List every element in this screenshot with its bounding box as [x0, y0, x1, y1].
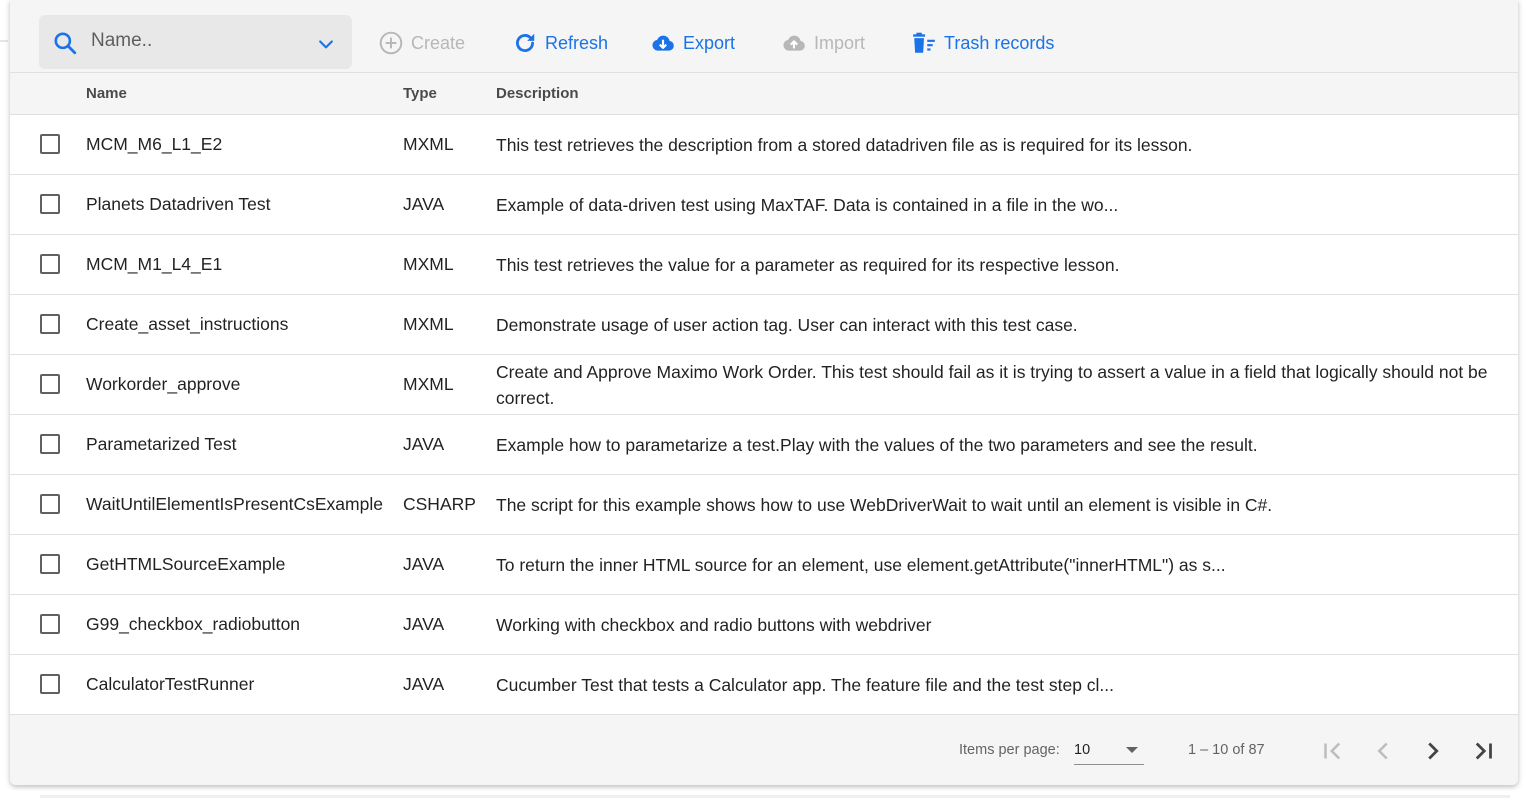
search-input[interactable]: Name..	[91, 30, 152, 52]
table-row[interactable]: WaitUntilElementIsPresentCsExample CSHAR…	[10, 475, 1518, 535]
row-description: The script for this example shows how to…	[496, 494, 1273, 515]
search-icon	[54, 32, 77, 55]
first-page-icon	[1324, 742, 1341, 760]
row-description: To return the inner HTML source for an e…	[496, 554, 1226, 575]
refresh-button-label: Refresh	[545, 32, 609, 53]
trash-records-button-label: Trash records	[944, 32, 1055, 53]
row-description: This test retrieves the description from…	[496, 134, 1193, 155]
export-button[interactable]: Export	[650, 28, 735, 58]
next-page-button[interactable]	[1418, 736, 1448, 766]
table-header: Name Type Description	[10, 73, 1518, 115]
cloud-upload-icon	[783, 35, 805, 51]
table-row[interactable]: G99_checkbox_radiobutton JAVA Working wi…	[10, 595, 1518, 655]
chevron-right-icon	[1428, 742, 1439, 760]
paginator: Items per page: 10 1 – 10 of 87	[10, 716, 1518, 785]
chevron-down-icon[interactable]	[316, 34, 336, 54]
left-edge-divider	[0, 40, 8, 42]
chevron-left-icon	[1377, 742, 1388, 760]
row-checkbox[interactable]	[40, 494, 60, 514]
column-header-description[interactable]: Description	[496, 85, 579, 102]
row-type: JAVA	[403, 554, 445, 574]
trash-records-button[interactable]: Trash records	[911, 28, 1054, 58]
row-type: JAVA	[403, 194, 445, 214]
row-name: G99_checkbox_radiobutton	[86, 614, 301, 634]
row-type: JAVA	[403, 434, 445, 454]
row-name: Parametarized Test	[86, 434, 237, 454]
row-name: MCM_M6_L1_E2	[86, 134, 223, 154]
row-name: Create_asset_instructions	[86, 314, 289, 334]
row-description: Demonstrate usage of user action tag. Us…	[496, 314, 1078, 335]
row-type: MXML	[403, 314, 454, 334]
row-description: Create and Approve Maximo Work Order. Th…	[496, 361, 1488, 408]
table-row[interactable]: MCM_M1_L4_E1 MXML This test retrieves th…	[10, 235, 1518, 295]
table-row[interactable]: Parametarized Test JAVA Example how to p…	[10, 415, 1518, 475]
row-description: This test retrieves the value for a para…	[496, 254, 1120, 275]
create-button-label: Create	[411, 32, 466, 53]
table-body: MCM_M6_L1_E2 MXML This test retrieves th…	[10, 115, 1518, 715]
add-circle-icon	[379, 31, 403, 55]
row-name: GetHTMLSourceExample	[86, 554, 286, 574]
column-header-type[interactable]: Type	[403, 85, 437, 102]
last-page-icon	[1475, 742, 1492, 760]
create-button[interactable]: Create	[378, 28, 465, 58]
row-checkbox[interactable]	[40, 434, 60, 454]
items-per-page-select[interactable]: 10	[1074, 738, 1144, 765]
column-header-name[interactable]: Name	[86, 85, 127, 102]
dropdown-arrow-icon	[1126, 747, 1138, 753]
table-row[interactable]: Workorder_approve MXML Create and Approv…	[10, 355, 1518, 415]
table-row[interactable]: CalculatorTestRunner JAVA Cucumber Test …	[10, 655, 1518, 715]
export-button-label: Export	[683, 32, 736, 53]
previous-page-button[interactable]	[1368, 736, 1398, 766]
toolbar: Name.. Create Refresh Export Import Tras…	[10, 0, 1518, 73]
refresh-button[interactable]: Refresh	[512, 28, 608, 58]
row-checkbox[interactable]	[40, 314, 60, 334]
row-type: MXML	[403, 374, 454, 394]
row-checkbox[interactable]	[40, 554, 60, 574]
row-checkbox[interactable]	[40, 614, 60, 634]
row-description: Example how to parametarize a test.Play …	[496, 434, 1258, 455]
page-range-label: 1 – 10 of 87	[1188, 742, 1265, 758]
search-dropdown[interactable]: Name..	[39, 15, 352, 69]
row-checkbox[interactable]	[40, 194, 60, 214]
row-type: CSHARP	[403, 494, 476, 514]
items-per-page-value: 10	[1074, 742, 1091, 758]
first-page-button[interactable]	[1318, 736, 1348, 766]
import-button-label: Import	[814, 32, 866, 53]
row-name: WaitUntilElementIsPresentCsExample	[86, 494, 383, 514]
row-type: MXML	[403, 254, 454, 274]
last-page-button[interactable]	[1468, 736, 1498, 766]
test-list-card: Name.. Create Refresh Export Import Tras…	[10, 0, 1518, 785]
row-checkbox[interactable]	[40, 254, 60, 274]
import-button[interactable]: Import	[781, 28, 865, 58]
row-name: Planets Datadriven Test	[86, 194, 271, 214]
refresh-icon	[516, 33, 535, 52]
table-row[interactable]: GetHTMLSourceExample JAVA To return the …	[10, 535, 1518, 595]
row-name: MCM_M1_L4_E1	[86, 254, 223, 274]
row-name: CalculatorTestRunner	[86, 674, 255, 694]
row-checkbox[interactable]	[40, 674, 60, 694]
trash-list-icon	[913, 32, 935, 53]
items-per-page-label: Items per page:	[959, 742, 1060, 758]
row-type: JAVA	[403, 674, 445, 694]
row-type: MXML	[403, 134, 454, 154]
table-row[interactable]: Create_asset_instructions MXML Demonstra…	[10, 295, 1518, 355]
row-checkbox[interactable]	[40, 374, 60, 394]
row-description: Example of data-driven test using MaxTAF…	[496, 194, 1119, 215]
row-description: Working with checkbox and radio buttons …	[496, 614, 932, 635]
row-description: Cucumber Test that tests a Calculator ap…	[496, 674, 1115, 695]
cloud-download-icon	[652, 35, 674, 51]
table-row[interactable]: MCM_M6_L1_E2 MXML This test retrieves th…	[10, 115, 1518, 175]
row-type: JAVA	[403, 614, 445, 634]
table-row[interactable]: Planets Datadriven Test JAVA Example of …	[10, 175, 1518, 235]
row-name: Workorder_approve	[86, 374, 241, 394]
row-checkbox[interactable]	[40, 134, 60, 154]
